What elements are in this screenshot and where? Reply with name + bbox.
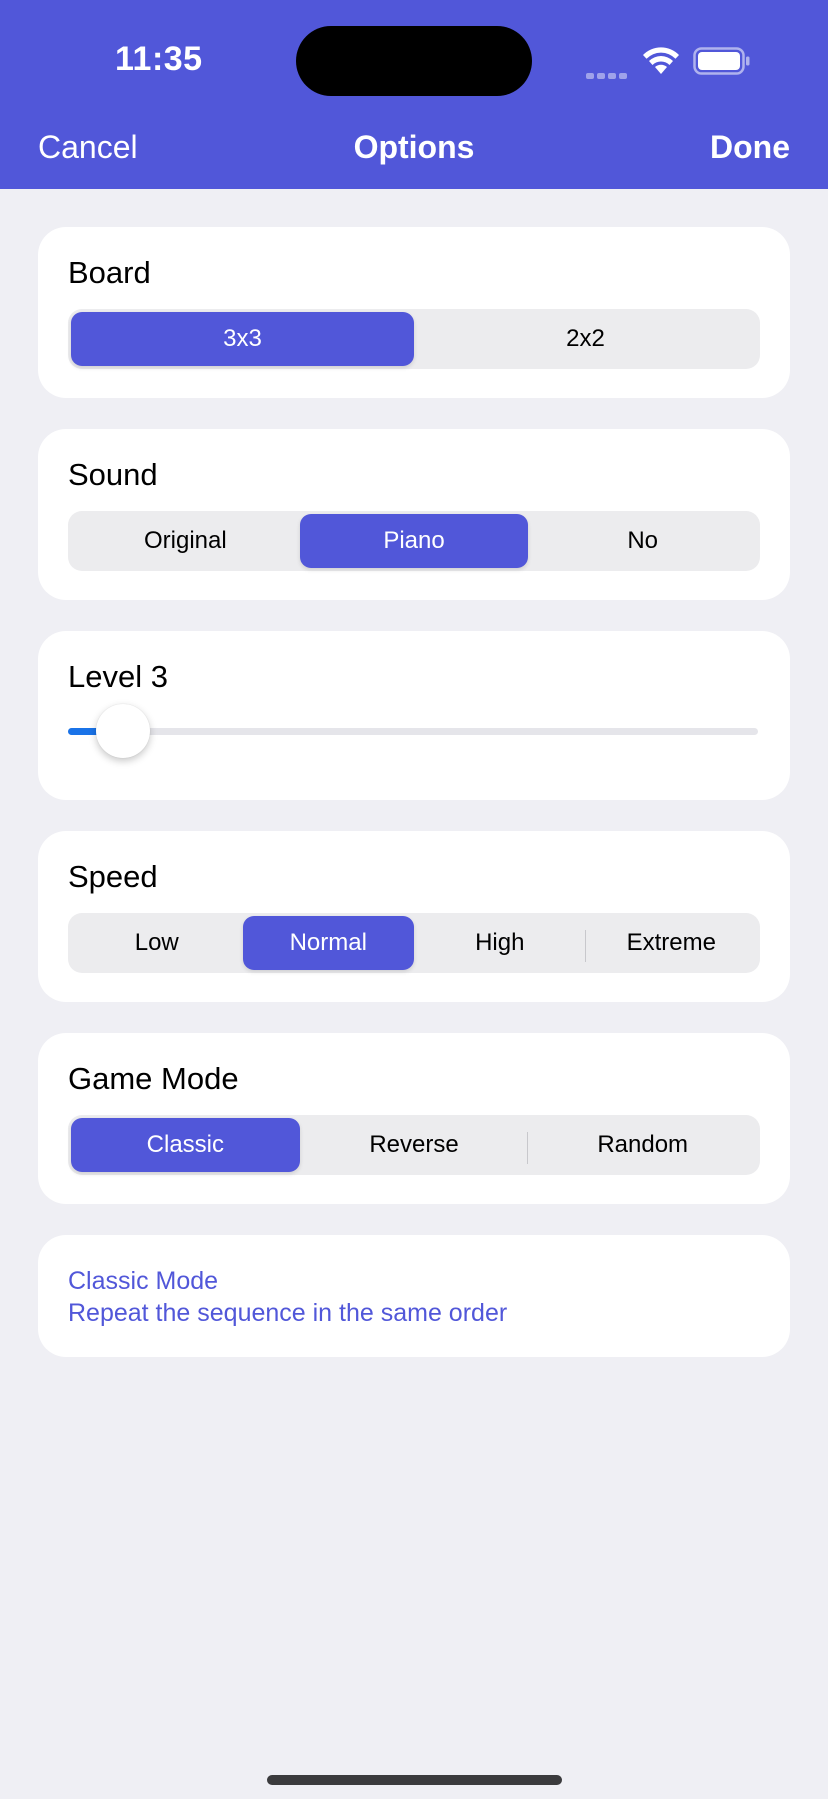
level-slider[interactable] <box>68 704 758 758</box>
speed-option-extreme[interactable]: Extreme <box>584 916 758 970</box>
game-mode-title: Game Mode <box>68 1061 239 1096</box>
speed-option-normal[interactable]: Normal <box>242 916 414 970</box>
done-button[interactable]: Done <box>710 129 790 166</box>
speed-option-low[interactable]: Low <box>71 916 243 970</box>
sound-option-piano[interactable]: Piano <box>299 514 529 568</box>
game-mode-option-random[interactable]: Random <box>527 1118 757 1172</box>
level-card: Level 3 <box>38 631 790 800</box>
speed-segmented-control: Low Normal High Extreme <box>68 913 760 973</box>
board-title: Board <box>68 255 151 290</box>
cellular-signal-icon <box>586 66 630 79</box>
sound-option-original[interactable]: Original <box>71 514 300 568</box>
speed-option-high[interactable]: High <box>414 916 586 970</box>
speed-title: Speed <box>68 859 158 894</box>
status-time: 11:35 <box>115 40 203 78</box>
game-mode-segmented-control: Classic Reverse Random <box>68 1115 760 1175</box>
navigation-header: 11:35 Cancel Options Done <box>0 0 828 189</box>
sound-title: Sound <box>68 457 158 492</box>
level-title: Level 3 <box>68 659 168 694</box>
home-indicator <box>267 1775 562 1785</box>
mode-description-text: Repeat the sequence in the same order <box>68 1299 508 1327</box>
game-mode-option-reverse[interactable]: Reverse <box>300 1118 529 1172</box>
sound-card: Sound Original Piano No <box>38 429 790 600</box>
board-segmented-control: 3x3 2x2 <box>68 309 760 369</box>
sound-option-no[interactable]: No <box>528 514 757 568</box>
wifi-icon <box>643 47 679 74</box>
board-option-3x3[interactable]: 3x3 <box>71 312 414 366</box>
sound-segmented-control: Original Piano No <box>68 511 760 571</box>
speed-card: Speed Low Normal High Extreme <box>38 831 790 1002</box>
mode-description-card: Classic Mode Repeat the sequence in the … <box>38 1235 790 1357</box>
page-title: Options <box>353 129 475 165</box>
battery-icon <box>693 47 750 75</box>
board-card: Board 3x3 2x2 <box>38 227 790 398</box>
game-mode-card: Game Mode Classic Reverse Random <box>38 1033 790 1204</box>
game-mode-option-classic[interactable]: Classic <box>71 1118 300 1172</box>
dynamic-island <box>296 26 532 96</box>
board-option-2x2[interactable]: 2x2 <box>414 312 757 366</box>
mode-description-name: Classic Mode <box>68 1267 219 1295</box>
level-slider-thumb[interactable] <box>96 704 151 758</box>
